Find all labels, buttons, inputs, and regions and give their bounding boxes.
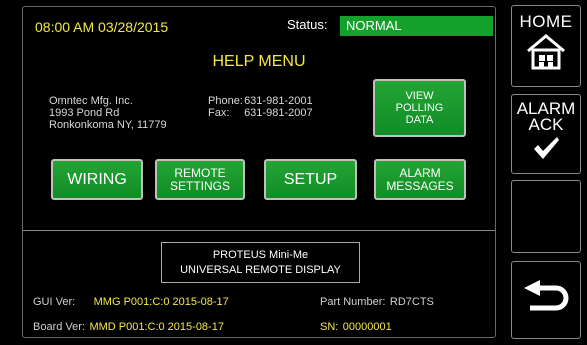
gui-version-value: MMG P001:C:0 2015-08-17 bbox=[93, 296, 229, 308]
wiring-label: WIRING bbox=[67, 170, 127, 188]
fax-line: Fax: 631-981-2007 bbox=[208, 107, 313, 119]
return-arrow-icon bbox=[512, 262, 580, 338]
alarm-ack-label: ALARM ACK bbox=[512, 100, 580, 134]
view-polling-data-button[interactable]: VIEW POLLING DATA bbox=[373, 79, 466, 137]
view-polling-data-label: VIEW POLLING DATA bbox=[396, 90, 444, 126]
alarm-ack-line-2: ACK bbox=[528, 115, 564, 134]
company-name: Omntec Mfg. Inc. bbox=[49, 95, 133, 107]
phone-line: Phone: 631-981-2001 bbox=[208, 95, 313, 107]
home-label: HOME bbox=[519, 12, 573, 31]
company-contact: Phone: 631-981-2001 Fax: 631-981-2007 bbox=[208, 95, 313, 119]
divider bbox=[23, 230, 495, 231]
back-button[interactable] bbox=[511, 261, 581, 339]
company-address: Omntec Mfg. Inc. 1993 Pond Rd Ronkonkoma… bbox=[49, 95, 167, 131]
checkmark-icon bbox=[512, 135, 580, 161]
status-label: Status: bbox=[287, 17, 328, 32]
remote-settings-label: REMOTE SETTINGS bbox=[169, 165, 230, 193]
setup-button[interactable]: SETUP bbox=[264, 159, 357, 200]
status-badge: NORMAL bbox=[340, 16, 493, 36]
fax-number: 631-981-2007 bbox=[244, 107, 313, 119]
phone-number: 631-981-2001 bbox=[244, 95, 313, 107]
view-polling-line-1: VIEW bbox=[405, 90, 434, 102]
alarm-messages-button[interactable]: ALARM MESSAGES bbox=[374, 159, 466, 200]
serial-number-value: 00000001 bbox=[342, 321, 392, 333]
main-panel: 08:00 AM 03/28/2015 Status: NORMAL HELP … bbox=[22, 6, 496, 338]
fax-label: Fax: bbox=[208, 107, 230, 119]
wiring-button[interactable]: WIRING bbox=[51, 159, 143, 200]
part-number-label: Part Number: bbox=[320, 296, 386, 308]
product-line-2: UNIVERSAL REMOTE DISPLAY bbox=[180, 264, 341, 276]
part-number: Part Number: RD7CTS bbox=[320, 292, 434, 310]
remote-settings-line-1: REMOTE bbox=[174, 165, 226, 180]
gui-version: GUI Ver: MMG P001:C:0 2015-08-17 bbox=[33, 292, 229, 310]
serial-number: SN: 00000001 bbox=[320, 317, 392, 335]
alarm-messages-label: ALARM MESSAGES bbox=[386, 165, 454, 193]
house-icon bbox=[512, 34, 580, 70]
product-line-1: PROTEUS Mini-Me bbox=[212, 249, 309, 261]
remote-settings-button[interactable]: REMOTE SETTINGS bbox=[155, 159, 245, 200]
remote-settings-line-2: SETTINGS bbox=[169, 178, 230, 193]
home-button[interactable]: HOME bbox=[511, 5, 581, 87]
alarm-messages-line-2: MESSAGES bbox=[386, 178, 454, 193]
board-version-value: MMD P001:C:0 2015-08-17 bbox=[89, 321, 224, 333]
company-city: Ronkonkoma NY, 11779 bbox=[49, 119, 167, 131]
board-version-label: Board Ver: bbox=[33, 321, 85, 333]
board-version: Board Ver: MMD P001:C:0 2015-08-17 bbox=[33, 317, 224, 335]
phone-label: Phone: bbox=[208, 95, 243, 107]
part-number-value: RD7CTS bbox=[389, 296, 434, 308]
blank-button[interactable] bbox=[511, 180, 581, 253]
company-street: 1993 Pond Rd bbox=[49, 107, 120, 119]
alarm-ack-button[interactable]: ALARM ACK bbox=[511, 94, 581, 174]
product-name-box: PROTEUS Mini-Me UNIVERSAL REMOTE DISPLAY bbox=[161, 242, 360, 283]
serial-number-label: SN: bbox=[320, 321, 339, 333]
setup-label: SETUP bbox=[283, 170, 338, 188]
view-polling-line-2: POLLING bbox=[395, 102, 444, 114]
page-title: HELP MENU bbox=[212, 53, 306, 70]
datetime: 08:00 AM 03/28/2015 bbox=[35, 19, 169, 35]
gui-version-label: GUI Ver: bbox=[33, 296, 76, 308]
alarm-messages-line-1: ALARM bbox=[399, 165, 441, 180]
view-polling-line-3: DATA bbox=[405, 114, 434, 126]
